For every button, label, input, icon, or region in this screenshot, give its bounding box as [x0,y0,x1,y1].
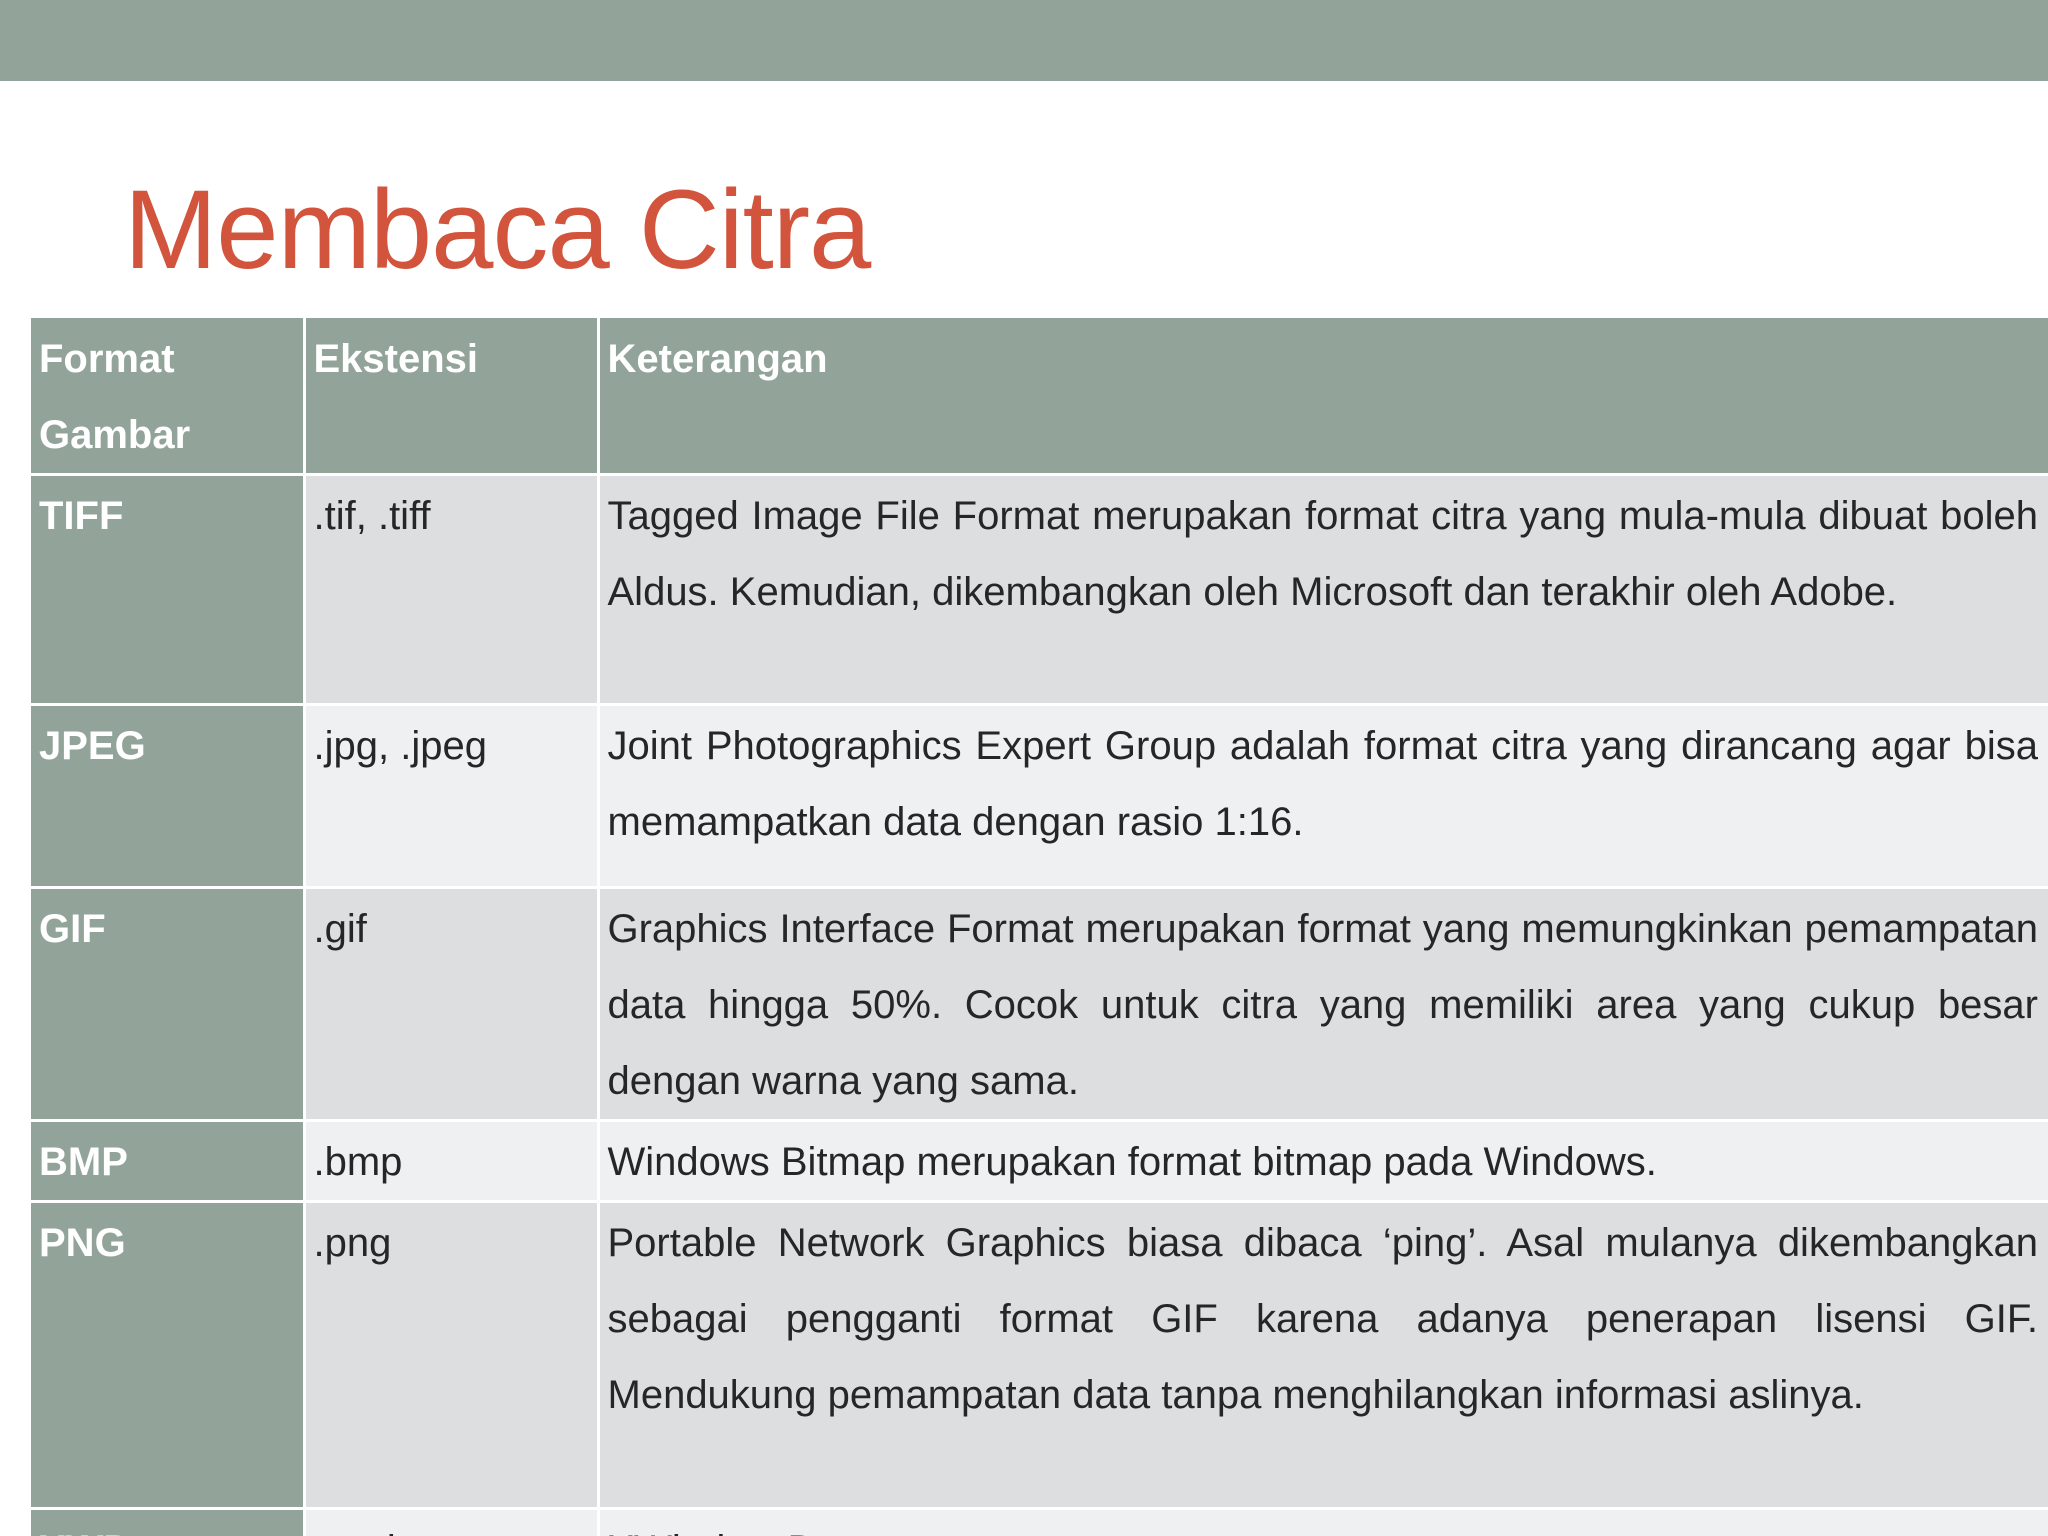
description-cell: Tagged Image File Format merupakan forma… [596,473,2048,706]
table-row: BMP .bmp Windows Bitmap merupakan format… [31,1119,2048,1203]
table-row: TIFF .tif, .tiff Tagged Image File Forma… [31,473,2048,706]
extension-cell: .jpg, .jpeg [302,703,600,889]
format-cell: XWD [31,1507,306,1536]
table-header-row: Format Gambar Ekstensi Keterangan [31,318,2048,476]
header-format: Format Gambar [31,318,306,476]
table-row: PNG .png Portable Network Graphics biasa… [31,1200,2048,1510]
format-cell: PNG [31,1200,306,1510]
description-cell: Joint Photographics Expert Group adalah … [596,703,2048,889]
description-cell: Windows Bitmap merupakan format bitmap p… [596,1119,2048,1203]
extension-cell: .bmp [302,1119,600,1203]
format-cell: TIFF [31,473,306,706]
table-row: GIF .gif Graphics Interface Format merup… [31,886,2048,1122]
header-description: Keterangan [596,318,2048,476]
image-format-table: Format Gambar Ekstensi Keterangan TIFF .… [31,318,2048,1536]
table-row: JPEG .jpg, .jpeg Joint Photographics Exp… [31,703,2048,889]
format-cell: BMP [31,1119,306,1203]
description-cell: Portable Network Graphics biasa dibaca ‘… [596,1200,2048,1510]
slide-title: Membaca Citra [124,167,871,292]
extension-cell: .tif, .tiff [302,473,600,706]
format-cell: GIF [31,886,306,1122]
image-format-table-container: Format Gambar Ekstensi Keterangan TIFF .… [31,318,2048,1536]
extension-cell: .gif [302,886,600,1122]
format-cell: JPEG [31,703,306,889]
extension-cell: .xwd [302,1507,600,1536]
top-header-bar [0,0,2048,81]
header-extension: Ekstensi [302,318,600,476]
description-cell: Graphics Interface Format merupakan form… [596,886,2048,1122]
description-cell: XWindow Dump [596,1507,2048,1536]
extension-cell: .png [302,1200,600,1510]
table-row: XWD .xwd XWindow Dump [31,1507,2048,1536]
